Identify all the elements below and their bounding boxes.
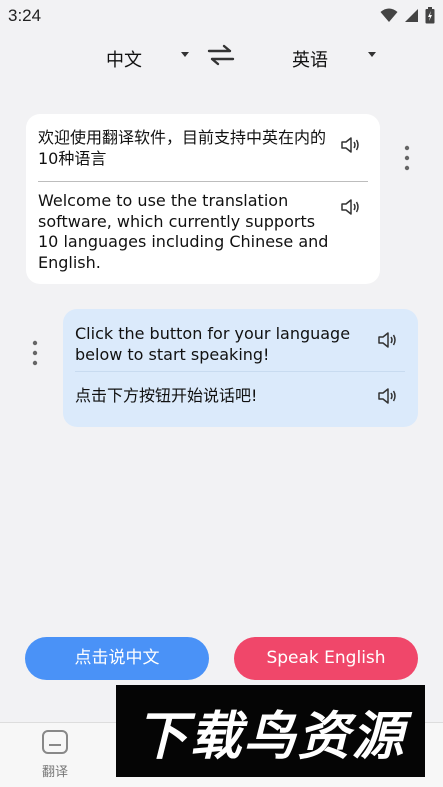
- language-bar: 中文 英语: [0, 38, 443, 78]
- nav-item-translate[interactable]: 翻译: [0, 729, 110, 780]
- swap-languages-icon[interactable]: [206, 44, 236, 66]
- speaker-icon[interactable]: [340, 198, 360, 216]
- speaker-icon[interactable]: [377, 387, 397, 405]
- battery-icon: [425, 7, 435, 24]
- message-source-text: Click the button for your language below…: [75, 324, 351, 364]
- signal-icon: [405, 9, 418, 22]
- source-language-select[interactable]: 中文: [106, 46, 142, 72]
- chevron-down-icon[interactable]: [181, 52, 189, 57]
- target-language-select[interactable]: 英语: [292, 46, 328, 72]
- divider: [75, 371, 405, 372]
- more-options-icon[interactable]: [402, 145, 412, 171]
- source-language-label: 中文: [106, 50, 142, 71]
- message-card: Click the button for your language below…: [63, 309, 418, 427]
- target-language-label: 英语: [292, 50, 328, 71]
- chevron-down-icon[interactable]: [368, 52, 376, 57]
- status-time: 3:24: [8, 6, 42, 25]
- watermark-overlay: 下载鸟资源: [116, 685, 425, 777]
- nav-item-label: 翻译: [41, 765, 68, 780]
- watermark-text: 下载鸟资源: [135, 706, 406, 767]
- status-bar: 3:24: [0, 0, 443, 32]
- wifi-icon: [380, 8, 398, 22]
- speaker-icon[interactable]: [340, 136, 360, 154]
- status-icons: [380, 7, 435, 24]
- more-options-icon[interactable]: [30, 340, 40, 366]
- message-translated-text: 点击下方按钮开始说话吧!: [75, 386, 258, 405]
- speak-chinese-button[interactable]: 点击说中文: [25, 637, 209, 680]
- translate-icon: [42, 730, 68, 754]
- message-translated-text: Welcome to use the translation software,…: [38, 191, 329, 272]
- divider: [38, 181, 368, 182]
- speak-english-button[interactable]: Speak English: [234, 637, 418, 680]
- speaker-icon[interactable]: [377, 331, 397, 349]
- message-source-text: 欢迎使用翻译软件，目前支持中英在内的10种语言: [38, 128, 327, 168]
- message-card: 欢迎使用翻译软件，目前支持中英在内的10种语言 Welcome to use t…: [26, 114, 380, 284]
